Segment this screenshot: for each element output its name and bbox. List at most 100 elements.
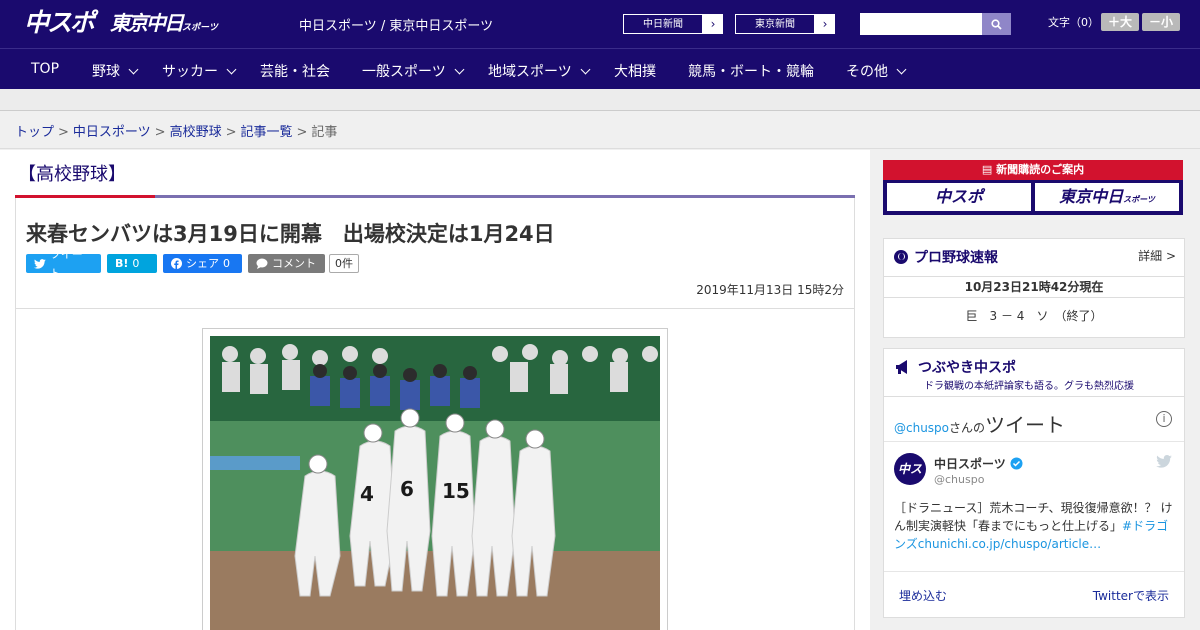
subscription-tokyo-logo-text: 東京中日: [1059, 187, 1124, 206]
share-buttons: ツイート B! 0 シェア 0 コメント 0件: [26, 248, 359, 280]
tweet-link[interactable]: chunichi.co.jp/chuspo/article…: [918, 537, 1101, 551]
tokyo-chunichi-logo-sub: スポーツ: [182, 23, 218, 33]
tweet-button[interactable]: ツイート: [26, 248, 101, 280]
hatena-count: 0: [132, 257, 140, 270]
search-button[interactable]: [982, 13, 1011, 35]
breadcrumb-item-high-school-baseball[interactable]: 高校野球: [170, 125, 222, 140]
chunichi-shimbun-label: 中日新聞: [623, 14, 703, 34]
nav-item-sumo[interactable]: 大相撲: [614, 61, 656, 81]
divider: [884, 441, 1184, 442]
facebook-share-button[interactable]: シェア 0: [163, 254, 242, 273]
divider: [16, 308, 854, 309]
nav-item-racing[interactable]: 競馬・ボート・競輪: [688, 61, 814, 81]
view-on-twitter-link[interactable]: Twitterで表示: [1093, 587, 1169, 604]
tweets-subtitle: ドラ観戦の本紙評論家も語る。グラも熱烈応援: [924, 381, 1134, 392]
tokyo-chunichi-logo[interactable]: 東京中日スポーツ: [110, 8, 218, 38]
breadcrumb-item-current: 記事: [311, 125, 338, 140]
facebook-share-label: シェア: [186, 257, 219, 270]
pro-baseball-more-link[interactable]: 詳細 >: [1138, 247, 1176, 264]
tweets-title-text: つぶやき中スポ: [918, 360, 1016, 376]
pro-baseball-widget: プロ野球速報 詳細 > 10月23日21時42分現在 巨 3 － 4 ソ （終了…: [883, 238, 1185, 338]
facebook-icon: [171, 258, 182, 269]
article-photo[interactable]: 4 6 15: [210, 336, 660, 630]
hatena-icon: B!: [115, 257, 129, 270]
breadcrumb-item-top[interactable]: トップ: [15, 125, 54, 140]
tweets-title: つぶやき中スポ: [894, 357, 1016, 377]
nav-item-regional-sports[interactable]: 地域スポーツ: [488, 61, 591, 81]
site-names: 中日スポーツ / 東京中日スポーツ: [299, 19, 494, 34]
pro-baseball-score[interactable]: 巨 3 － 4 ソ （終了）: [884, 307, 1184, 324]
hatena-bookmark-button[interactable]: B! 0: [107, 254, 157, 273]
baseball-icon: [894, 250, 908, 264]
subscription-banner[interactable]: ▤ 新聞購読のご案内 中スポ 東京中日スポーツ: [883, 160, 1183, 215]
chevron-down-icon: [580, 64, 591, 74]
fontsize-up-button[interactable]: ＋大: [1101, 13, 1139, 31]
breadcrumb: トップ > 中日スポーツ > 高校野球 > 記事一覧 > 記事: [15, 121, 337, 140]
verified-badge-icon: [1010, 457, 1023, 470]
tweets-handle[interactable]: @chuspo: [894, 421, 949, 435]
tweets-widget: つぶやき中スポ ドラ観戦の本紙評論家も語る。グラも熱烈応援 @chuspoさんの…: [883, 348, 1185, 618]
tweet-account[interactable]: 中日スポーツ: [934, 455, 1023, 472]
breadcrumb-bar: トップ > 中日スポーツ > 高校野球 > 記事一覧 > 記事: [0, 111, 1200, 149]
subscription-tokyo-logo: 東京中日スポーツ: [1035, 183, 1179, 211]
tweets-header: @chuspoさんのツイート: [894, 409, 1065, 438]
divider: [884, 396, 1184, 397]
chevron-down-icon: [128, 64, 139, 74]
tweets-handle-suffix: さんの: [949, 421, 986, 435]
tweet-account-name: 中日スポーツ: [934, 457, 1006, 471]
fontsize-label: 文字（0）: [1048, 16, 1099, 29]
main-content: 【高校野球】 来春センバツは3月19日に開幕 出場校決定は1月24日 ツイート …: [0, 150, 870, 630]
nav-item-label: 芸能・社会: [260, 64, 330, 80]
megaphone-icon: [896, 360, 907, 374]
svg-text:6: 6: [400, 477, 414, 501]
article-headline: 来春センバツは3月19日に開幕 出場校決定は1月24日: [26, 222, 555, 246]
svg-text:15: 15: [442, 479, 470, 503]
article-photo-frame: 4 6 15: [202, 328, 668, 630]
breadcrumb-separator: >: [58, 125, 69, 140]
nav-item-entertainment[interactable]: 芸能・社会: [260, 61, 330, 81]
comment-button[interactable]: コメント: [248, 254, 325, 273]
breadcrumb-item-chuspo[interactable]: 中日スポーツ: [73, 125, 151, 140]
embed-link[interactable]: 埋め込む: [899, 587, 947, 604]
nav-item-label: その他: [846, 64, 888, 80]
chevron-right-icon: ›: [822, 17, 828, 31]
nav-item-label: 一般スポーツ: [362, 64, 446, 80]
top-header: 中スポ 東京中日スポーツ 中日スポーツ / 東京中日スポーツ 中日新聞 › 東京…: [0, 0, 1200, 48]
info-icon[interactable]: i: [1156, 411, 1172, 427]
tweet-body: ［ドラニュース］荒木コーチ、現役復帰意欲！？ けん制実演軽快「春までにもっと仕上…: [894, 499, 1174, 553]
fontsize-down-button[interactable]: －小: [1142, 13, 1180, 31]
tweet-account-handle: @chuspo: [934, 473, 985, 486]
breadcrumb-separator: >: [225, 125, 237, 140]
breadcrumb-separator: >: [296, 125, 308, 140]
nav-item-label: サッカー: [162, 64, 218, 80]
avatar[interactable]: 中スポ: [894, 453, 926, 508]
divider: [884, 571, 1184, 572]
chevron-down-icon: [896, 64, 907, 74]
nav-item-general-sports[interactable]: 一般スポーツ: [362, 61, 465, 81]
breadcrumb-item-article-list[interactable]: 記事一覧: [241, 125, 293, 140]
nav-item-soccer[interactable]: サッカー: [162, 61, 237, 81]
nav-item-top[interactable]: TOP: [31, 61, 59, 77]
nav-item-label: 競馬・ボート・競輪: [688, 64, 814, 80]
ad-strip: [0, 89, 1200, 111]
article: 来春センバツは3月19日に開幕 出場校決定は1月24日 ツイート B! 0 シェ…: [15, 198, 855, 630]
twitter-bird-icon: [34, 258, 46, 269]
article-date: 2019年11月13日 15時2分: [696, 283, 844, 297]
tokyo-shimbun-label: 東京新聞: [735, 14, 815, 34]
nav-item-label: 野球: [92, 64, 120, 80]
tokyo-shimbun-link[interactable]: 東京新聞 ›: [734, 13, 836, 35]
facebook-count: 0: [223, 257, 230, 270]
twitter-bird-icon: [1156, 455, 1172, 468]
search-icon: [991, 18, 1002, 30]
chuspo-logo[interactable]: 中スポ: [24, 8, 95, 38]
chunichi-shimbun-link[interactable]: 中日新聞 ›: [622, 13, 724, 35]
comment-bubble-icon: [256, 258, 268, 269]
tweet-label: ツイート: [49, 247, 83, 280]
pro-baseball-title-text: プロ野球速報: [914, 250, 998, 266]
nav-item-baseball[interactable]: 野球: [92, 61, 139, 81]
pro-baseball-title: プロ野球速報: [894, 247, 998, 267]
nav-item-label: 大相撲: [614, 64, 656, 80]
nav-item-other[interactable]: その他: [846, 61, 907, 81]
search-input[interactable]: [860, 13, 983, 35]
subscription-title: ▤ 新聞購読のご案内: [883, 160, 1183, 180]
